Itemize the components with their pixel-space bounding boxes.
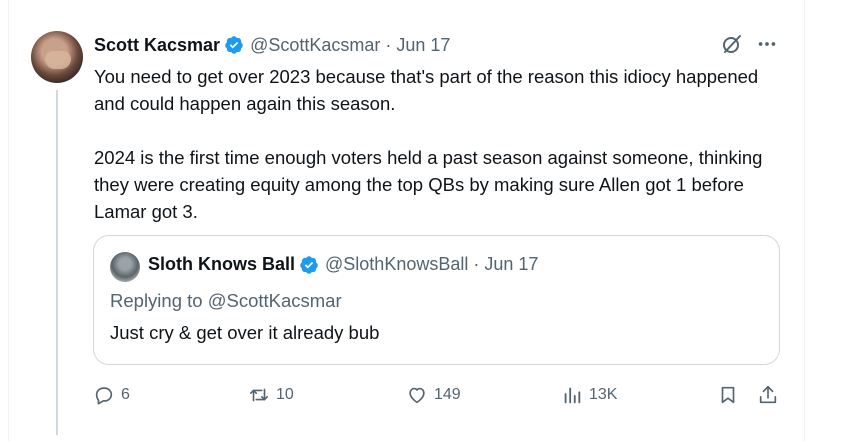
retweet-button[interactable]: 10 [248,380,294,410]
like-count: 149 [434,386,461,403]
reply-icon [95,387,113,405]
grok-icon[interactable] [720,32,744,56]
reply-button[interactable]: 6 [93,380,130,410]
tweet-actions: 6 10 149 13K [93,380,793,410]
tweet-paragraph-2: 2024 is the first time enough voters hel… [94,147,763,222]
quoted-author-name: Sloth Knows Ball [148,254,296,274]
author-handle[interactable]: @ScottKacsmar [250,35,380,56]
quoted-tweet-date: Jun 17 [484,254,539,274]
retweet-icon [249,388,269,402]
share-button[interactable] [757,380,779,410]
views-button[interactable]: 13K [561,380,617,410]
quoted-author-avatar [110,252,140,282]
quoted-author-handle: @SlothKnowsBall [325,254,469,274]
tweet-text: You need to get over 2023 because that's… [94,63,784,225]
separator-dot: · [385,34,392,55]
quoted-tweet[interactable]: Sloth Knows Ball @SlothKnowsBall · Jun 1… [93,235,780,365]
verified-badge-icon [225,36,243,54]
like-icon [409,387,425,404]
reply-count: 6 [121,386,130,403]
tweet-header: Scott Kacsmar @ScottKacsmar · Jun 17 [94,32,450,58]
retweet-count: 10 [276,386,294,403]
bookmark-button[interactable] [717,380,739,410]
tweet-paragraph-1: You need to get over 2023 because that's… [94,66,759,114]
like-button[interactable]: 149 [406,380,461,410]
verified-badge-icon [300,255,318,274]
views-icon [564,387,581,404]
tweet-date[interactable]: Jun 17 [396,35,450,56]
separator-dot: · [473,254,480,274]
quoted-tweet-header: Sloth Knows Ball @SlothKnowsBall · Jun 1… [148,254,538,275]
author-avatar[interactable] [31,31,83,83]
share-icon [759,385,777,404]
views-count: 13K [589,386,618,403]
bookmark-icon [721,386,735,404]
thread-line [56,90,58,435]
replying-to-text: Replying to @ScottKacsmar [110,290,342,311]
more-icon[interactable] [756,33,778,55]
author-name[interactable]: Scott Kacsmar [94,35,220,56]
quoted-tweet-text: Just cry & get over it already bub [110,322,380,343]
